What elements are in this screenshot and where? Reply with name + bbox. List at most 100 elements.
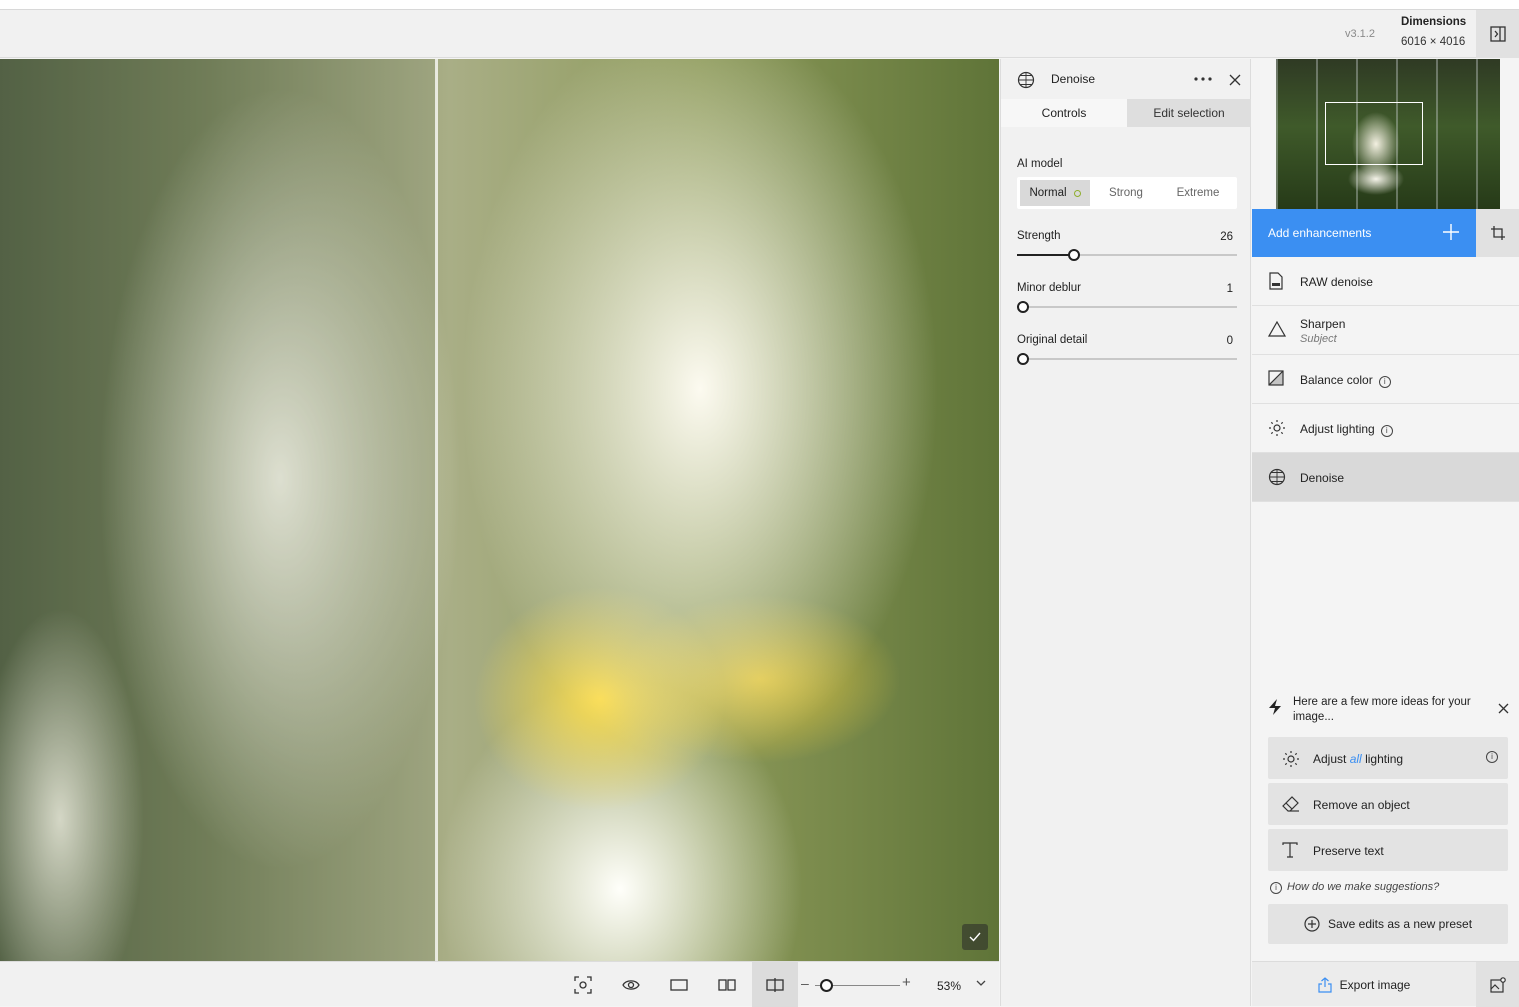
panel-title: Denoise (1051, 72, 1096, 86)
strength-slider[interactable] (1017, 249, 1237, 261)
info-icon[interactable]: i (1380, 425, 1393, 437)
app-version: v3.1.2 (1345, 28, 1375, 40)
enhancements-sidebar: Add enhancements RAW denoise Sharpen Sub… (1252, 59, 1519, 1007)
model-normal-label: Normal (1029, 187, 1067, 199)
more-options-button[interactable] (1194, 71, 1212, 92)
top-header: v3.1.2 Dimensions 6016 × 4016 (0, 10, 1519, 58)
bottom-toolbar: – + 53% (0, 961, 999, 1007)
eraser-icon (1282, 796, 1300, 815)
model-extreme-option[interactable]: Extreme (1162, 180, 1234, 206)
enhancement-name: RAW denoise (1300, 275, 1373, 289)
enhancement-adjust-lighting[interactable]: Adjust lighting i (1252, 404, 1519, 453)
denoise-icon (1268, 468, 1286, 489)
navigator-viewport-frame[interactable] (1325, 102, 1423, 165)
plus-icon (1442, 223, 1460, 244)
minor-deblur-value[interactable]: 1 (1227, 283, 1233, 295)
how-suggestions-link[interactable]: i How do we make suggestions? (1270, 881, 1439, 894)
chevron-down-icon (976, 980, 986, 986)
export-image-button[interactable]: Export image (1252, 962, 1476, 1007)
original-detail-slider-thumb[interactable] (1017, 353, 1029, 365)
sidebar-panel-icon (1489, 26, 1506, 42)
image-settings-icon (1489, 976, 1506, 993)
crop-button[interactable] (1476, 209, 1519, 257)
compare-split-handle[interactable] (435, 59, 438, 961)
enhancement-label: Balance color (1300, 373, 1373, 387)
enhancement-balance-color[interactable]: Balance color i (1252, 355, 1519, 404)
single-view-button[interactable] (656, 962, 702, 1007)
enhancement-name: Sharpen (1300, 317, 1346, 331)
zoom-dropdown-button[interactable] (975, 976, 987, 994)
more-icon (1194, 77, 1212, 81)
idea-adjust-all-lighting[interactable]: Adjust all lighting i (1268, 737, 1508, 779)
side-by-side-button[interactable] (704, 962, 750, 1007)
panel-toggle-button[interactable] (1476, 10, 1519, 58)
sun-icon (1268, 419, 1286, 440)
ideas-header: Here are a few more ideas for your image… (1268, 695, 1509, 731)
idea-label-post: lighting (1365, 752, 1404, 766)
raw-file-icon (1268, 272, 1284, 293)
export-settings-button[interactable] (1476, 962, 1519, 1007)
original-detail-slider[interactable] (1017, 353, 1237, 365)
split-view-button[interactable] (752, 962, 798, 1007)
idea-preserve-text[interactable]: Preserve text (1268, 829, 1508, 871)
info-icon[interactable]: i (1378, 376, 1391, 388)
enhancement-name: Adjust lighting i (1300, 422, 1393, 437)
strength-slider-fill (1017, 254, 1074, 256)
close-icon (1498, 703, 1509, 714)
confirm-button[interactable] (962, 924, 988, 950)
ai-model-selector: Normal Strong Extreme (1017, 177, 1237, 209)
model-strong-option[interactable]: Strong (1090, 180, 1162, 206)
save-preset-button[interactable]: Save edits as a new preset (1268, 904, 1508, 944)
enhancement-raw-denoise[interactable]: RAW denoise (1252, 257, 1519, 306)
focus-frame-button[interactable] (560, 962, 606, 1007)
sun-icon (1282, 750, 1300, 771)
info-icon: i (1270, 882, 1282, 894)
save-preset-label: Save edits as a new preset (1327, 917, 1473, 931)
model-normal-option[interactable]: Normal (1020, 180, 1090, 206)
idea-label-pre: Adjust (1313, 752, 1347, 766)
add-enhancements-label: Add enhancements (1268, 226, 1372, 240)
plus-circle-icon (1304, 916, 1320, 932)
enhancement-name: Denoise (1300, 471, 1345, 485)
window-top-strip (0, 0, 1519, 10)
zoom-value[interactable]: 53% (937, 979, 961, 993)
enhancement-subtitle: Subject (1300, 333, 1337, 345)
original-detail-value[interactable]: 0 (1227, 335, 1233, 347)
ideas-heading: Here are a few more ideas for your image… (1293, 696, 1471, 723)
tab-controls[interactable]: Controls (1001, 99, 1127, 127)
export-image-label: Export image (1339, 977, 1411, 992)
preview-button[interactable] (608, 962, 654, 1007)
image-viewport[interactable] (0, 59, 999, 961)
close-panel-button[interactable] (1229, 73, 1241, 91)
close-ideas-button[interactable] (1498, 703, 1509, 717)
minor-deblur-slider[interactable] (1017, 301, 1237, 313)
dimensions-label: Dimensions (1401, 16, 1467, 28)
share-icon (1318, 976, 1332, 993)
idea-remove-object[interactable]: Remove an object (1268, 783, 1508, 825)
strength-slider-thumb[interactable] (1068, 249, 1080, 261)
strength-label: Strength (1017, 230, 1061, 242)
panel-header: Denoise (1001, 59, 1252, 99)
enhancement-sharpen[interactable]: Sharpen Subject (1252, 306, 1519, 355)
panel-tabs: Controls Edit selection (1001, 99, 1252, 127)
idea-label: Preserve text (1313, 844, 1384, 858)
zoom-out-button[interactable]: – (801, 975, 809, 991)
lightning-icon (1268, 698, 1282, 719)
how-suggestions-label: How do we make suggestions? (1287, 881, 1440, 893)
info-icon[interactable]: i (1486, 751, 1498, 763)
minor-deblur-slider-thumb[interactable] (1017, 301, 1029, 313)
zoom-in-button[interactable]: + (902, 974, 911, 991)
zoom-slider-thumb[interactable] (820, 979, 833, 992)
strength-value[interactable]: 26 (1220, 231, 1233, 243)
ai-model-label: AI model (1017, 158, 1063, 170)
idea-label: Remove an object (1313, 798, 1410, 812)
tab-edit-selection[interactable]: Edit selection (1127, 99, 1251, 127)
idea-label: Adjust all lighting (1313, 752, 1403, 766)
check-icon (969, 932, 981, 942)
enhancement-denoise[interactable]: Denoise (1252, 453, 1519, 502)
enhancement-label: Adjust lighting (1300, 422, 1375, 436)
original-detail-label: Original detail (1017, 334, 1088, 346)
minor-deblur-label: Minor deblur (1017, 282, 1081, 294)
add-enhancements-button[interactable]: Add enhancements (1252, 209, 1476, 257)
navigator-thumbnail[interactable] (1276, 59, 1500, 209)
